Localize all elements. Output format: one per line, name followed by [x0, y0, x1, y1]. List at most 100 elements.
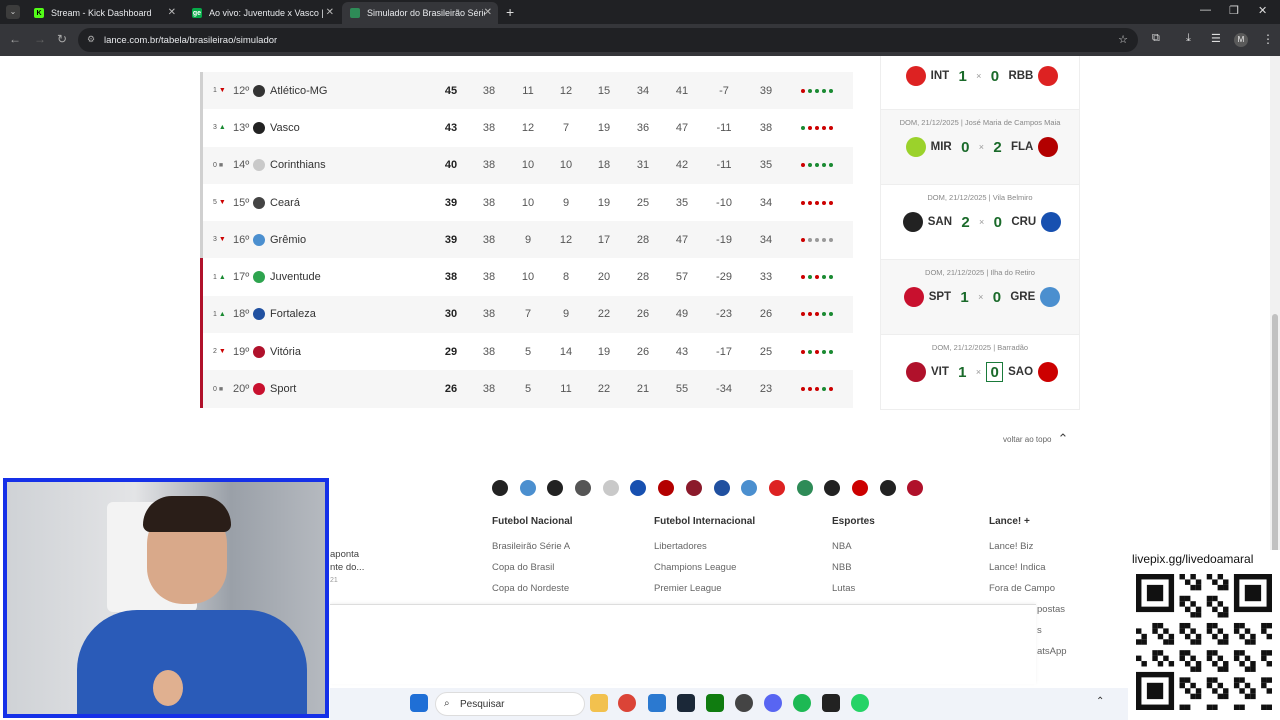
away-score-input[interactable]: 0: [988, 287, 1005, 307]
position-change: 1 ▼: [213, 87, 226, 94]
steam-icon[interactable]: [677, 694, 695, 712]
tab-ge[interactable]: ge Ao vivo: Juventude x Vasco | Re ✕: [184, 2, 340, 24]
table-row[interactable]: 1 ▲ 18º Fortaleza 30 38 7 9 22 26 49 -23 26: [200, 295, 853, 334]
address-bar[interactable]: ⚙ lance.com.br/tabela/brasileirao/simula…: [78, 28, 1138, 52]
download-icon[interactable]: ⤓: [1186, 32, 1191, 45]
home-score-input[interactable]: 1: [954, 362, 971, 382]
team-crest-icon[interactable]: [658, 480, 675, 496]
team-crest-icon[interactable]: [575, 480, 592, 496]
table-row[interactable]: 1 ▲ 17º Juventude 38 38 10 8 20 28 57 -29 33: [200, 258, 853, 296]
stat-pts: 29: [444, 345, 458, 358]
xbox-icon[interactable]: [706, 694, 724, 712]
footer-link[interactable]: Brasileirão Série A: [492, 541, 573, 552]
new-tab-button[interactable]: +: [506, 4, 514, 20]
close-window-button[interactable]: ✕: [1258, 4, 1267, 17]
home-score-input[interactable]: 0: [957, 137, 974, 157]
extensions-icon[interactable]: ⧉: [1152, 32, 1160, 45]
footer-link[interactable]: NBA: [832, 541, 875, 552]
chevron-up-icon[interactable]: ⌃: [1096, 696, 1104, 707]
site-info-icon[interactable]: ⚙: [87, 34, 95, 45]
team-name[interactable]: Corinthians: [270, 159, 326, 171]
footer-link[interactable]: Champions League: [654, 562, 755, 573]
table-row[interactable]: 3 ▲ 13º Vasco 43 38 12 7 19 36 47 -11 38: [203, 109, 853, 146]
profile-avatar[interactable]: M: [1234, 33, 1248, 47]
reload-icon[interactable]: ↻: [57, 32, 67, 46]
footer-link[interactable]: Fora de Campo: [989, 583, 1067, 594]
maximize-button[interactable]: ❐: [1229, 4, 1239, 17]
form-dot: [829, 125, 833, 130]
footer-link[interactable]: Lutas: [832, 583, 875, 594]
back-to-top-link[interactable]: voltar ao topo ⌃: [1003, 431, 1068, 447]
table-row[interactable]: 3 ▼ 16º Grêmio 39 38 9 12 17 28 47 -19 34: [203, 221, 853, 259]
footer-link[interactable]: NBB: [832, 562, 875, 573]
team-crest-icon[interactable]: [907, 480, 924, 496]
team-name[interactable]: Vitória: [270, 346, 301, 358]
team-crest-icon[interactable]: [630, 480, 647, 496]
game-date: DOM, 21/12/2025 | Vila Belmiro: [927, 193, 1033, 202]
back-icon[interactable]: ←: [9, 32, 21, 46]
footer-link[interactable]: Premier League: [654, 583, 755, 594]
minimize-button[interactable]: —: [1200, 4, 1211, 16]
app-icon[interactable]: [822, 694, 840, 712]
team-name[interactable]: Ceará: [270, 197, 300, 209]
tab-simulador[interactable]: Simulador do Brasileirão Série A ✕: [342, 2, 498, 24]
team-crest-icon[interactable]: [768, 480, 785, 496]
team-name[interactable]: Fortaleza: [270, 308, 316, 320]
team-crest-icon[interactable]: [547, 480, 564, 496]
footer-link[interactable]: Libertadores: [654, 541, 755, 552]
folder-icon[interactable]: [590, 694, 608, 712]
table-row[interactable]: 2 ▼ 19º Vitória 29 38 5 14 19 26 43 -17 25: [200, 333, 853, 371]
bookmark-star-icon[interactable]: ☆: [1118, 33, 1128, 46]
stat-sg: -11: [716, 121, 732, 134]
table-row[interactable]: 0 ■ 20º Sport 26 38 5 11 22 21 55 -34 23: [200, 370, 853, 408]
footer-link[interactable]: Lance! Biz: [989, 541, 1067, 552]
team-name[interactable]: Grêmio: [270, 234, 306, 246]
tab-kick[interactable]: K Stream - Kick Dashboard ✕: [26, 2, 182, 24]
news-fragment[interactable]: aponta nte do... 21: [330, 548, 364, 587]
team-crest-icon[interactable]: [851, 480, 868, 496]
stat-gp: 26: [636, 308, 650, 321]
reading-list-icon[interactable]: ☰: [1211, 32, 1221, 45]
spotify-icon[interactable]: [793, 694, 811, 712]
table-row[interactable]: 0 ■ 14º Corinthians 40 38 10 10 18 31 42 -11 35: [203, 146, 853, 184]
forward-icon[interactable]: →: [34, 32, 46, 46]
team-crest-icon[interactable]: [492, 480, 508, 496]
team-crest-icon[interactable]: [685, 480, 702, 496]
chrome-icon[interactable]: [618, 694, 636, 712]
away-score-input[interactable]: 0: [986, 362, 1004, 382]
table-row[interactable]: 5 ▼ 15º Ceará 39 38 10 9 19 25 35 -10 34: [203, 184, 853, 221]
team-name[interactable]: Vasco: [270, 122, 300, 134]
team-crest-icon[interactable]: [602, 480, 619, 496]
close-icon[interactable]: ✕: [484, 7, 492, 18]
store-icon[interactable]: [648, 694, 666, 712]
home-score-input[interactable]: 1: [954, 66, 971, 86]
table-row[interactable]: 1 ▼ 12º Atlético-MG 45 38 11 12 15 34 41 -7 39: [203, 72, 853, 110]
team-crest-icon[interactable]: [824, 480, 841, 496]
home-score-input[interactable]: 1: [956, 287, 973, 307]
taskbar-search[interactable]: ⌕ Pesquisar: [435, 692, 585, 716]
close-icon[interactable]: ✕: [168, 7, 176, 18]
close-icon[interactable]: ✕: [326, 7, 334, 18]
team-crest-icon[interactable]: [713, 480, 730, 496]
away-score-input[interactable]: 0: [989, 212, 1006, 232]
away-score-input[interactable]: 2: [989, 137, 1006, 157]
team-name[interactable]: Atlético-MG: [270, 85, 327, 97]
tab-search-button[interactable]: ⌄: [6, 5, 20, 19]
windows-start-icon[interactable]: [410, 694, 428, 712]
away-score-input[interactable]: 0: [986, 66, 1003, 86]
whatsapp-icon[interactable]: [851, 694, 869, 712]
footer-link[interactable]: Lance! Indica: [989, 562, 1067, 573]
discord-icon[interactable]: [764, 694, 782, 712]
team-crest-icon[interactable]: [879, 480, 896, 496]
away-team: CRU: [1011, 216, 1037, 228]
obs-icon[interactable]: [735, 694, 753, 712]
footer-link[interactable]: Copa do Nordeste: [492, 583, 573, 594]
footer-link[interactable]: Copa do Brasil: [492, 562, 573, 573]
home-score-input[interactable]: 2: [957, 212, 974, 232]
menu-icon[interactable]: ⋮: [1262, 32, 1274, 46]
team-name[interactable]: Juventude: [270, 271, 321, 283]
team-crest-icon[interactable]: [741, 480, 758, 496]
team-crest-icon[interactable]: [519, 480, 536, 496]
team-crest-icon[interactable]: [796, 480, 813, 496]
team-name[interactable]: Sport: [270, 383, 296, 395]
